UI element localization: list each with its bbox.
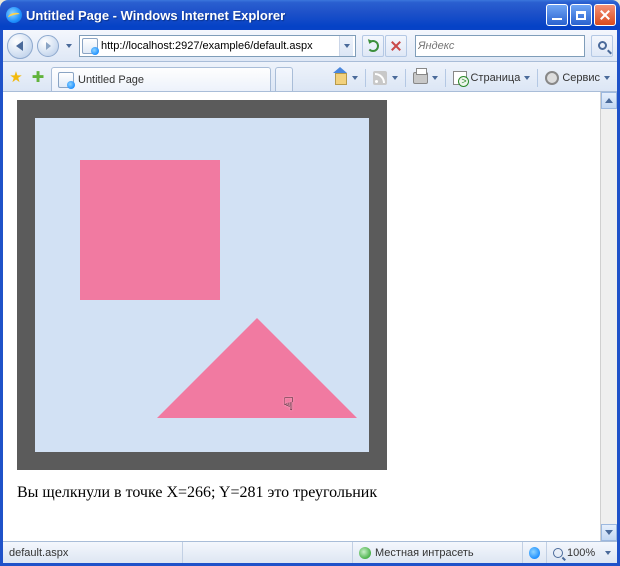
page-menu-button[interactable]: Страница: [450, 68, 533, 88]
ie-logo-icon: [6, 7, 22, 23]
address-bar[interactable]: [79, 35, 356, 57]
click-result-text: Вы щелкнули в точке X=266; Y=281 это тре…: [17, 484, 600, 502]
title-bar: Untitled Page - Windows Internet Explore…: [0, 0, 620, 30]
navigation-bar: [3, 30, 617, 62]
search-button[interactable]: [591, 35, 613, 57]
chevron-up-icon: [605, 98, 613, 103]
maximize-button[interactable]: [570, 4, 592, 26]
new-tab-button[interactable]: [275, 67, 293, 91]
scroll-up-button[interactable]: [601, 92, 617, 109]
search-icon: [598, 41, 607, 50]
chevron-down-icon: [605, 530, 613, 535]
stop-button[interactable]: [385, 35, 407, 57]
add-favorite-button[interactable]: ✚: [29, 68, 47, 86]
rss-icon: [373, 71, 387, 85]
page-menu-label: Страница: [470, 72, 520, 84]
zone-icon: [359, 547, 371, 559]
status-file-label: default.aspx: [9, 547, 68, 559]
gear-icon: [545, 71, 559, 85]
protected-mode-button[interactable]: [523, 542, 547, 563]
stop-icon: [390, 40, 402, 52]
status-file: default.aspx: [3, 542, 183, 563]
zoom-value: 100%: [567, 547, 595, 559]
minimize-button[interactable]: [546, 4, 568, 26]
vertical-scrollbar[interactable]: [600, 92, 617, 541]
close-button[interactable]: [594, 4, 616, 26]
nav-history-dropdown[interactable]: [63, 35, 75, 57]
shape-square[interactable]: [80, 160, 220, 300]
status-zone: Местная интрасеть: [353, 542, 523, 563]
tab-toolbar: ★ ✚ Untitled Page Стр: [3, 62, 617, 92]
print-button[interactable]: [410, 68, 441, 88]
feeds-button[interactable]: [370, 68, 401, 88]
tab-title: Untitled Page: [78, 74, 144, 86]
ie-small-icon: [529, 547, 540, 559]
search-box[interactable]: [415, 35, 585, 57]
page-icon: [58, 72, 74, 88]
status-bar: default.aspx Местная интрасеть 100%: [3, 541, 617, 563]
page-menu-icon: [453, 71, 467, 85]
tools-menu-button[interactable]: Сервис: [542, 68, 613, 88]
print-icon: [413, 72, 428, 84]
drawing-canvas[interactable]: ☟: [17, 100, 387, 470]
status-zone-label: Местная интрасеть: [375, 547, 474, 559]
back-button[interactable]: [7, 33, 33, 59]
page-viewport: ☟ Вы щелкнули в точке X=266; Y=281 это т…: [3, 92, 617, 541]
scroll-down-button[interactable]: [601, 524, 617, 541]
refresh-icon: [367, 40, 379, 52]
shape-triangle[interactable]: [157, 318, 357, 418]
search-input[interactable]: [418, 40, 582, 52]
forward-button[interactable]: [37, 35, 59, 57]
favorites-button[interactable]: ★: [7, 68, 25, 86]
tools-menu-label: Сервис: [562, 72, 600, 84]
address-input[interactable]: [101, 37, 339, 55]
zoom-icon: [553, 548, 563, 558]
window-title: Untitled Page - Windows Internet Explore…: [26, 8, 546, 23]
refresh-button[interactable]: [362, 35, 384, 57]
zoom-control[interactable]: 100%: [547, 542, 617, 563]
address-dropdown[interactable]: [339, 36, 353, 56]
page-icon: [82, 38, 98, 54]
home-button[interactable]: [330, 68, 361, 88]
browser-tab[interactable]: Untitled Page: [51, 67, 271, 91]
chevron-down-icon: [605, 551, 611, 555]
status-empty: [183, 542, 353, 563]
home-icon: [333, 72, 347, 84]
